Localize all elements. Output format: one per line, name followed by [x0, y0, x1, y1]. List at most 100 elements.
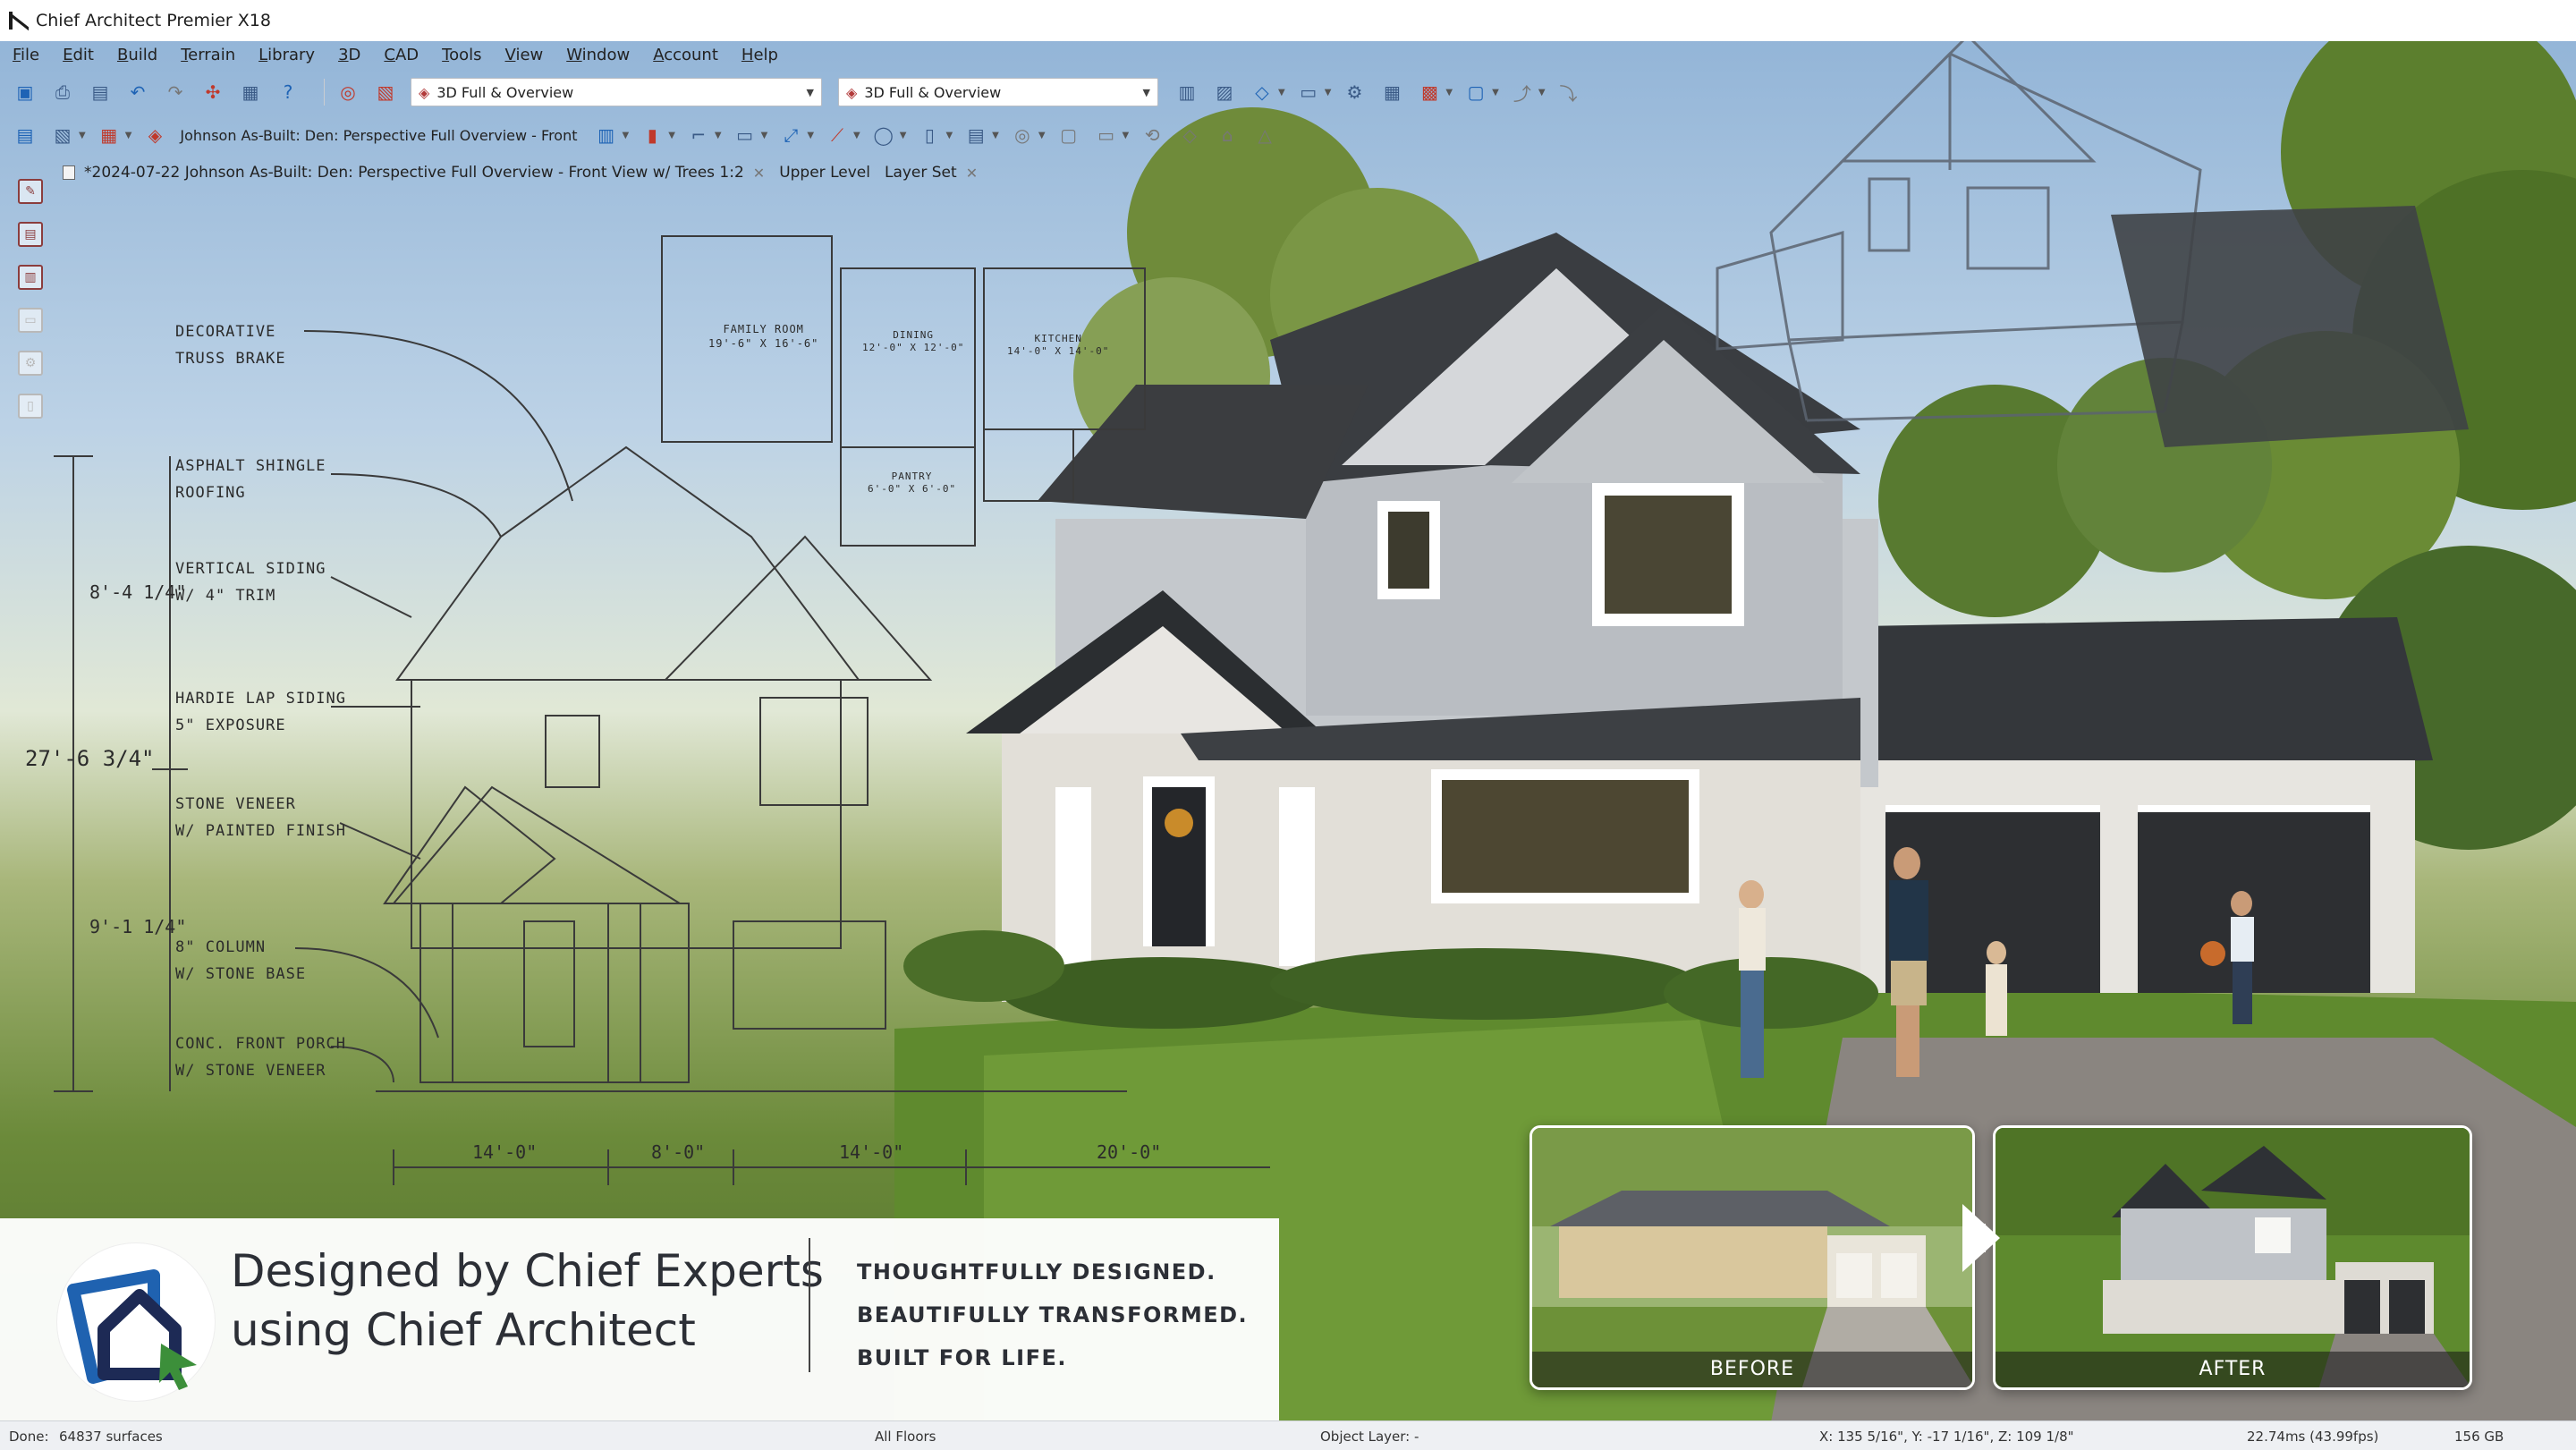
- redo-icon[interactable]: ↷: [163, 80, 188, 105]
- save-icon[interactable]: ▤: [88, 80, 113, 105]
- menu-view[interactable]: View: [505, 46, 544, 64]
- chevron-down-icon[interactable]: ▼: [853, 131, 860, 140]
- image-icon[interactable]: ▨: [1212, 80, 1237, 105]
- menu-edit[interactable]: Edit: [63, 46, 94, 64]
- tools-icon[interactable]: ⚙: [1342, 80, 1367, 105]
- plan-room-pantry-name: PANTRY: [891, 471, 933, 482]
- cad-tool-icon[interactable]: ◯: [871, 123, 896, 148]
- chevron-down-icon[interactable]: ▼: [125, 131, 132, 140]
- plan-view-icon[interactable]: ▤: [13, 123, 38, 148]
- dimension-tool-icon[interactable]: ⤢: [778, 123, 803, 148]
- floor-plan-icon[interactable]: ▥: [1174, 80, 1199, 105]
- wireframe-roof-solid: [2111, 206, 2469, 447]
- chevron-down-icon[interactable]: ▼: [79, 131, 86, 140]
- menu-file[interactable]: File: [13, 46, 39, 64]
- plan-room-dining-name: DINING: [893, 329, 935, 341]
- render-icon[interactable]: ▧: [373, 80, 398, 105]
- elevation-icon[interactable]: ▧: [50, 123, 75, 148]
- dim-width-4: 20'-0": [1097, 1141, 1162, 1163]
- page-edit-icon[interactable]: ✎: [18, 179, 43, 204]
- chevron-down-icon[interactable]: ▼: [1123, 131, 1130, 140]
- chevron-down-icon[interactable]: ▼: [1492, 88, 1499, 98]
- tab-layer-set[interactable]: Layer Set ✕: [885, 164, 978, 182]
- plan-room-pantry-size: 6'-0" x 6'-0": [868, 483, 957, 495]
- transform-icon[interactable]: ⤴: [1510, 80, 1535, 105]
- page-building-icon[interactable]: ▥: [18, 265, 43, 290]
- fixture-icon[interactable]: ▩: [1417, 80, 1442, 105]
- note-porch-line2: W/ STONE VENEER: [175, 1062, 326, 1080]
- menu-window[interactable]: Window: [566, 46, 630, 64]
- cabinet-tool-icon[interactable]: ▭: [733, 123, 758, 148]
- menu-help[interactable]: Help: [741, 46, 778, 64]
- chevron-down-icon[interactable]: ▼: [623, 131, 630, 140]
- stairs-tool-icon[interactable]: ⌐: [686, 123, 711, 148]
- door-tool-icon[interactable]: ▮: [640, 123, 665, 148]
- toolbar-separator: [324, 79, 325, 106]
- note-truss-line2: TRUSS BRAKE: [175, 350, 286, 368]
- menu-account[interactable]: Account: [653, 46, 718, 64]
- grid-icon[interactable]: ▦: [1379, 80, 1404, 105]
- perspective-view-icon[interactable]: ◈: [142, 123, 167, 148]
- rotate-tool-icon[interactable]: ⟲: [1140, 123, 1165, 148]
- chevron-down-icon[interactable]: ▼: [807, 131, 814, 140]
- window-icon[interactable]: ▢: [1463, 80, 1488, 105]
- dim-lower: 9'-1 1/4": [89, 916, 187, 937]
- edit-tool-icon[interactable]: ▢: [1056, 123, 1081, 148]
- chevron-down-icon[interactable]: ▼: [1038, 131, 1046, 140]
- page-blank-icon[interactable]: ▯: [18, 394, 43, 419]
- menu-library[interactable]: Library: [258, 46, 315, 64]
- menu-tools[interactable]: Tools: [442, 46, 481, 64]
- menu-terrain[interactable]: Terrain: [181, 46, 235, 64]
- chevron-down-icon[interactable]: ▼: [1278, 88, 1285, 98]
- page-notes-icon[interactable]: ▭: [18, 308, 43, 333]
- move-tool-icon[interactable]: ▭: [1094, 123, 1119, 148]
- print-icon[interactable]: ⎙: [50, 80, 75, 105]
- symbol-icon[interactable]: ▭: [1296, 80, 1321, 105]
- undo-icon[interactable]: ↶: [125, 80, 150, 105]
- lock-icon[interactable]: ⌂: [1215, 123, 1240, 148]
- active-view-label[interactable]: Johnson As-Built: Den: Perspective Full …: [180, 127, 577, 144]
- library-tool-icon[interactable]: ◎: [1010, 123, 1035, 148]
- chevron-down-icon: ▼: [806, 86, 814, 98]
- layout-icon[interactable]: ▦: [238, 80, 263, 105]
- terrain-tool-icon[interactable]: ▯: [917, 123, 942, 148]
- view-combo-1[interactable]: ◈ 3D Full & Overview ▼: [411, 78, 822, 106]
- camera-icon[interactable]: ◎: [335, 80, 360, 105]
- align-tool-icon[interactable]: △: [1252, 123, 1277, 148]
- view-combo-1-value: 3D Full & Overview: [436, 83, 574, 101]
- page-layout-icon[interactable]: ▤: [18, 222, 43, 247]
- tab-upper-level[interactable]: Upper Level: [779, 164, 870, 182]
- mirror-tool-icon[interactable]: ◇: [1177, 123, 1202, 148]
- chevron-down-icon[interactable]: ▼: [945, 131, 953, 140]
- new-plan-icon[interactable]: ▣: [13, 80, 38, 105]
- chevron-down-icon[interactable]: ▼: [1325, 88, 1332, 98]
- note-lap-siding: HARDIE LAP SIDING 5" EXPOSURE: [175, 685, 346, 739]
- menu-cad[interactable]: CAD: [384, 46, 419, 64]
- wall-tool-icon[interactable]: ▥: [594, 123, 619, 148]
- material-icon[interactable]: ◇: [1250, 80, 1275, 105]
- chevron-down-icon[interactable]: ▼: [761, 131, 768, 140]
- camera-view-icon[interactable]: ▦: [97, 123, 122, 148]
- menu-build[interactable]: Build: [117, 46, 157, 64]
- note-stone-veneer: STONE VENEER W/ PAINTED FINISH: [175, 791, 346, 844]
- chief-architect-logo: [57, 1243, 215, 1401]
- menu-3d[interactable]: 3D: [338, 46, 360, 64]
- page-settings-icon[interactable]: ⚙: [18, 351, 43, 376]
- plan-room-family-name: FAMILY ROOM: [723, 323, 804, 335]
- text-tool-icon[interactable]: ⟋: [825, 123, 850, 148]
- layer-tool-icon[interactable]: ▤: [963, 123, 988, 148]
- chevron-down-icon[interactable]: ▼: [715, 131, 722, 140]
- view-combo-2[interactable]: ◈ 3D Full & Overview ▼: [838, 78, 1158, 106]
- plan-room-kitchen-name: KITCHEN: [1034, 333, 1082, 344]
- help-icon[interactable]: ?: [275, 80, 301, 105]
- chevron-down-icon[interactable]: ▼: [992, 131, 999, 140]
- close-icon[interactable]: ✕: [966, 165, 978, 182]
- chevron-down-icon[interactable]: ▼: [668, 131, 675, 140]
- close-icon[interactable]: ✕: [753, 165, 765, 182]
- chevron-down-icon[interactable]: ▼: [1445, 88, 1453, 98]
- tab-perspective-view[interactable]: *2024-07-22 Johnson As-Built: Den: Persp…: [63, 164, 765, 182]
- chevron-down-icon[interactable]: ▼: [1538, 88, 1546, 98]
- reflect-icon[interactable]: ⤵: [1556, 80, 1581, 105]
- chevron-down-icon[interactable]: ▼: [900, 131, 907, 140]
- select-objects-icon[interactable]: ✣: [200, 80, 225, 105]
